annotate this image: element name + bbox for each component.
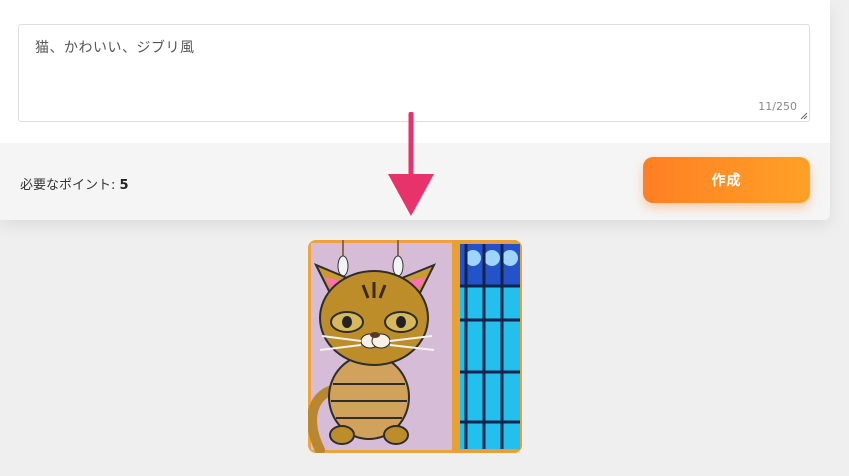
required-points: 必要なポイント: 5 <box>20 174 129 193</box>
down-arrow-icon <box>388 112 434 216</box>
required-points-value: 5 <box>119 178 129 193</box>
generated-cat-image <box>308 240 522 453</box>
prompt-textarea[interactable]: 猫、かわいい、ジブリ風 11/250 <box>18 24 810 122</box>
required-points-label: 必要なポイント: <box>20 178 120 193</box>
character-counter: 11/250 <box>758 100 797 113</box>
create-button[interactable]: 作成 <box>643 157 810 203</box>
prompt-text: 猫、かわいい、ジブリ風 <box>35 40 195 56</box>
resize-handle-icon[interactable] <box>800 112 808 120</box>
